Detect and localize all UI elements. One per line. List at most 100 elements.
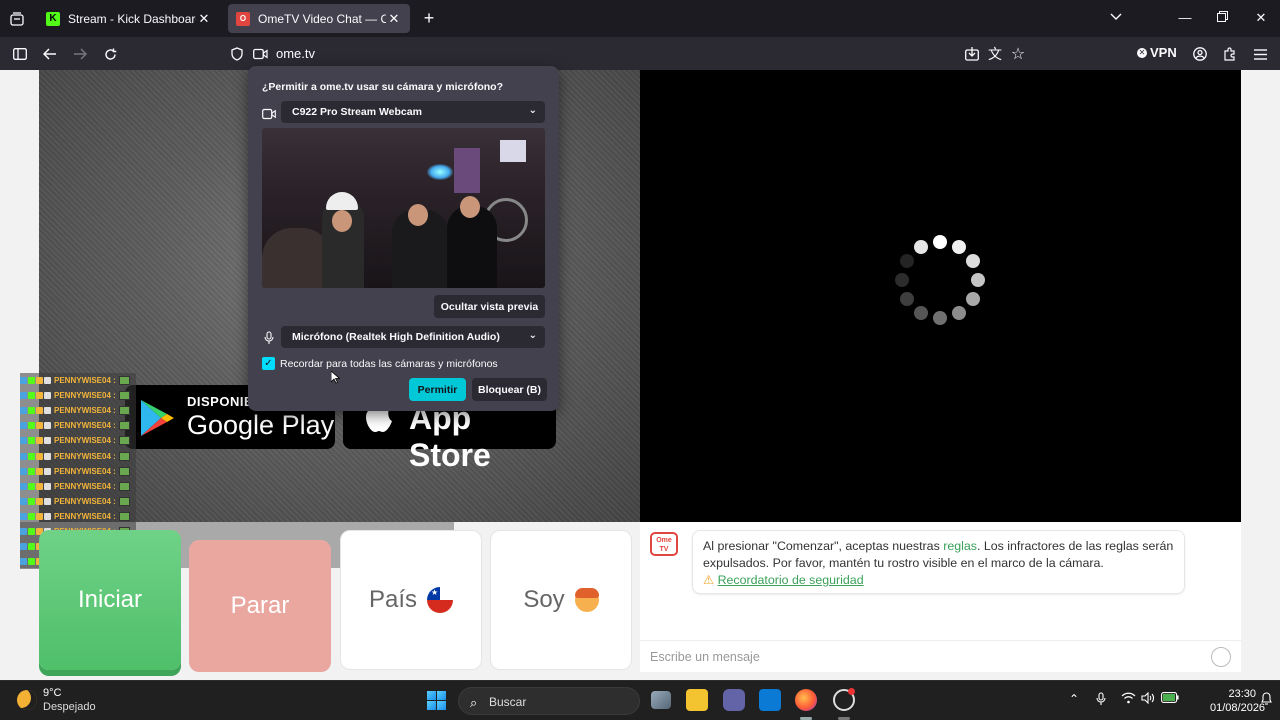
microsoft-store-icon[interactable] xyxy=(759,689,781,711)
bookmark-star-icon[interactable]: ☆ xyxy=(1007,43,1029,65)
weather-temperature[interactable]: 9°C xyxy=(43,687,61,699)
camera-select[interactable]: C922 Pro Stream Webcam ⌄ xyxy=(281,101,545,123)
emote-icon xyxy=(118,406,130,416)
overlay-chat-row: PENNYWISE04 : xyxy=(20,508,136,524)
emote-icon xyxy=(118,376,130,386)
new-tab-button[interactable]: + xyxy=(419,8,439,28)
close-tab-icon[interactable]: ✕ xyxy=(196,11,212,27)
emoji-picker-icon[interactable] xyxy=(1211,647,1231,667)
vpn-button[interactable]: ✕ VPN xyxy=(1137,45,1177,60)
start-button[interactable]: Iniciar xyxy=(39,530,181,670)
weather-description[interactable]: Despejado xyxy=(43,701,96,713)
tracking-shield-icon[interactable] xyxy=(226,43,248,65)
google-play-small-text: DISPONIB xyxy=(187,394,254,409)
reload-icon[interactable] xyxy=(99,43,121,65)
translate-icon[interactable]: 文 xyxy=(984,43,1006,65)
tab-kick-dashboard[interactable]: K Stream - Kick Dashboard ✕ xyxy=(38,4,220,33)
user-badges-icon xyxy=(20,512,51,520)
overlay-chat-username: PENNYWISE04 : xyxy=(54,481,116,491)
allow-button[interactable]: Permitir xyxy=(409,378,466,401)
install-app-icon[interactable] xyxy=(961,43,983,65)
overlay-chat-row: PENNYWISE04 : xyxy=(20,448,136,464)
tab-overflow-chevron-icon[interactable] xyxy=(1106,8,1126,28)
emote-icon xyxy=(118,451,130,461)
url-bar[interactable]: ome.tv xyxy=(276,46,315,61)
loading-spinner-icon xyxy=(894,234,986,326)
restore-button[interactable] xyxy=(1212,8,1232,28)
user-badges-icon xyxy=(20,482,51,490)
ometv-logo-icon: Ome TV xyxy=(650,532,678,556)
task-view-icon[interactable] xyxy=(651,691,671,709)
mouse-cursor-icon xyxy=(331,371,340,384)
overlay-chat-username: PENNYWISE04 : xyxy=(54,466,116,476)
tray-overflow-icon[interactable]: ⌃ xyxy=(1069,692,1079,706)
camera-permission-popup: ¿Permitir a ome.tv usar su cámara y micr… xyxy=(248,66,559,411)
moon-weather-icon xyxy=(17,690,37,710)
windows-start-icon[interactable] xyxy=(427,691,446,710)
emote-icon xyxy=(118,481,130,491)
camera-permission-icon[interactable] xyxy=(249,43,271,65)
ometv-page: DISPONIB Google Play App Store PENNYWISE… xyxy=(0,70,1280,680)
security-reminder-link[interactable]: Recordatorio de seguridad xyxy=(718,573,864,587)
volume-icon[interactable] xyxy=(1141,691,1155,707)
ometv-favicon-icon: O xyxy=(236,11,250,26)
overlay-chat-row: PENNYWISE04 : xyxy=(20,478,136,494)
tab-ometv[interactable]: O OmeTV Video Chat — Omegle I ✕ xyxy=(228,4,410,33)
spinner-dot xyxy=(914,240,928,255)
overlay-chat-username: PENNYWISE04 : xyxy=(54,406,116,416)
wifi-icon[interactable] xyxy=(1121,692,1136,707)
camera-icon xyxy=(262,108,276,120)
menu-icon[interactable] xyxy=(1249,43,1271,65)
back-icon[interactable] xyxy=(39,43,61,65)
country-button[interactable]: País ★ xyxy=(340,530,482,670)
vpn-label: VPN xyxy=(1150,45,1177,60)
notification-bell-icon[interactable] xyxy=(1261,692,1272,708)
google-play-icon xyxy=(141,400,174,436)
spinner-dot xyxy=(900,292,915,306)
stop-button[interactable]: Parar xyxy=(189,540,331,672)
close-window-button[interactable]: ✕ xyxy=(1251,8,1271,28)
tab-bar: K Stream - Kick Dashboard ✕ O OmeTV Vide… xyxy=(0,0,1280,37)
spinner-dot xyxy=(900,254,915,268)
kick-favicon-icon: K xyxy=(46,11,60,26)
stop-label: Parar xyxy=(230,592,290,619)
taskbar-clock[interactable]: 23:30 01/08/2026 xyxy=(1210,687,1265,715)
overlay-chat-username: PENNYWISE04 : xyxy=(54,511,116,521)
overlay-chat-row: PENNYWISE04 : xyxy=(20,388,136,404)
chile-flag-icon: ★ xyxy=(427,587,454,613)
file-explorer-icon[interactable] xyxy=(686,689,708,711)
chevron-down-icon: ⌄ xyxy=(528,105,537,116)
user-badges-icon xyxy=(20,422,51,430)
minimize-button[interactable]: — xyxy=(1175,8,1195,28)
gender-button[interactable]: Soy xyxy=(490,530,632,670)
overlay-chat-row: PENNYWISE04 : xyxy=(20,493,136,509)
spinner-dot xyxy=(933,311,947,325)
message-input[interactable]: Escribe un mensaje xyxy=(640,640,1241,672)
remember-checkbox[interactable]: ✓ xyxy=(262,357,275,370)
hide-preview-label: Ocultar vista previa xyxy=(440,300,539,313)
notice-text-pre: Al presionar "Comenzar", aceptas nuestra… xyxy=(703,539,944,553)
sidebar-toggle-icon[interactable] xyxy=(9,43,31,65)
block-button[interactable]: Bloquear (B) xyxy=(472,378,547,401)
overlay-chat-username: PENNYWISE04 : xyxy=(54,436,116,446)
user-badges-icon xyxy=(20,377,51,385)
spinner-dot xyxy=(952,305,966,320)
taskbar-search[interactable]: ⌕ Buscar xyxy=(458,687,640,715)
rules-link[interactable]: reglas xyxy=(943,539,977,553)
windows-taskbar: 9°C Despejado ⌕ Buscar ⌃ 23:30 01/08/202… xyxy=(0,680,1280,720)
overlay-chat-username: PENNYWISE04 : xyxy=(54,391,116,401)
close-tab-icon[interactable]: ✕ xyxy=(386,11,402,27)
firefox-icon[interactable] xyxy=(795,689,817,711)
microphone-tray-icon[interactable] xyxy=(1096,692,1106,709)
tab-list-icon[interactable] xyxy=(6,8,28,30)
remember-label: Recordar para todas las cámaras y micróf… xyxy=(280,358,498,370)
microphone-select[interactable]: Micrófono (Realtek High Definition Audio… xyxy=(281,326,545,348)
battery-charging-icon[interactable] xyxy=(1161,692,1179,706)
teams-icon[interactable] xyxy=(723,689,745,711)
account-icon[interactable] xyxy=(1189,43,1211,65)
hide-preview-button[interactable]: Ocultar vista previa xyxy=(434,295,545,318)
forward-icon[interactable] xyxy=(69,43,91,65)
user-badges-icon xyxy=(20,467,51,475)
camera-preview xyxy=(262,128,545,288)
extensions-icon[interactable] xyxy=(1219,43,1241,65)
